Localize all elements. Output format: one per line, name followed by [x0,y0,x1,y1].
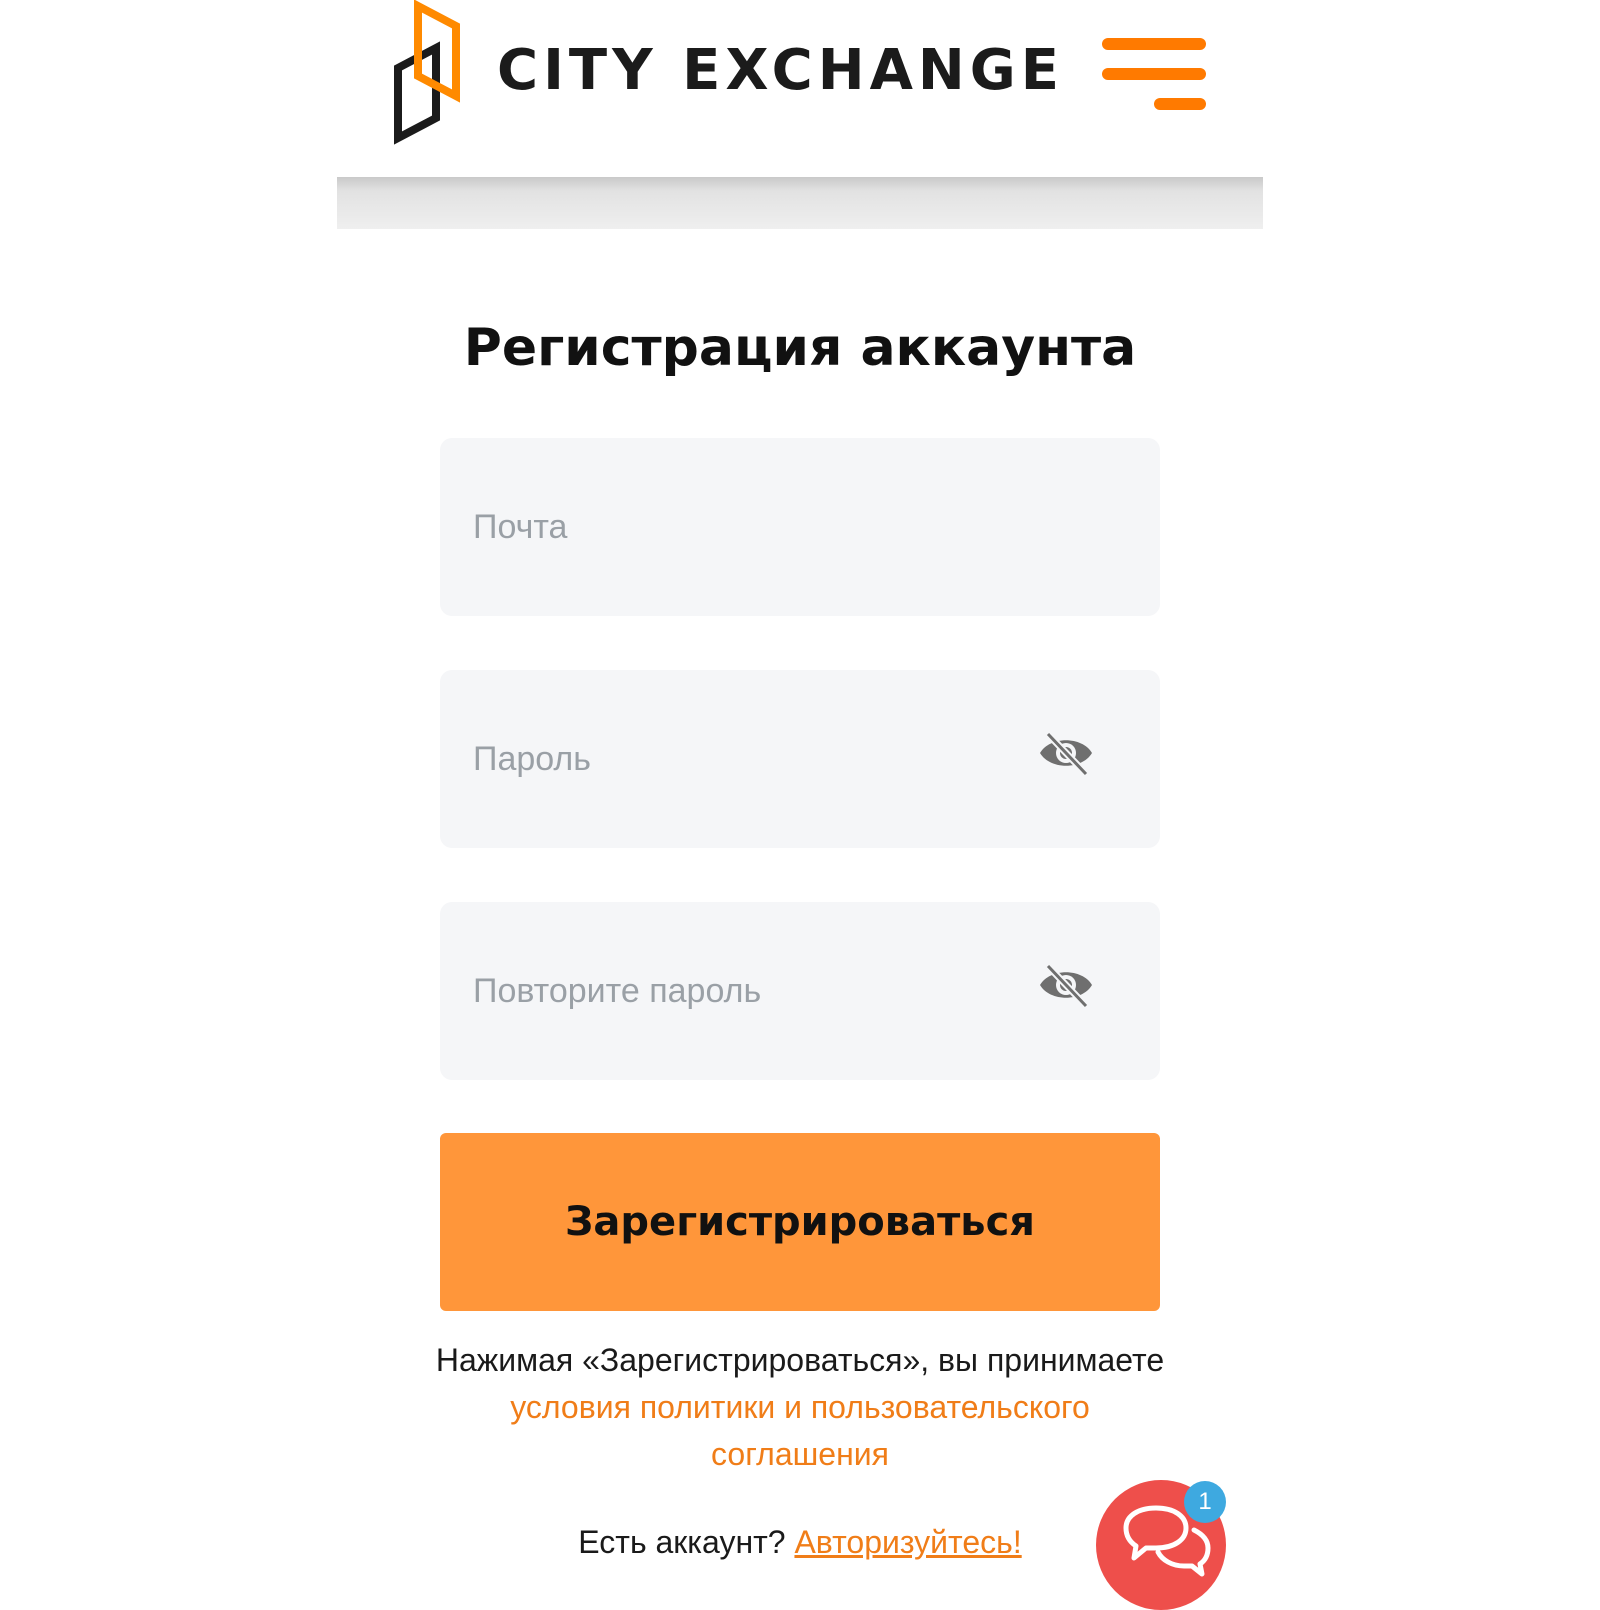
terms-notice: Нажимая «Зарегистрироваться», вы принима… [430,1337,1170,1478]
terms-link[interactable]: условия политики и пользовательского сог… [510,1389,1090,1472]
repeat-password-placeholder: Повторите пароль [473,972,762,1010]
hamburger-menu-icon [1102,38,1206,50]
eye-slash-icon[interactable] [1036,960,1096,1010]
menu-line [1102,68,1206,80]
header-shadow [337,177,1263,229]
page-title: Регистрация аккаунта [463,318,1137,378]
menu-line [1154,98,1206,110]
email-field[interactable]: Почта [440,438,1160,616]
email-placeholder: Почта [473,508,568,546]
login-prompt: Есть аккаунт? Авторизуйтесь! [430,1518,1170,1566]
eye-slash-icon[interactable] [1036,728,1096,778]
password-field[interactable]: Пароль [440,670,1160,848]
chat-unread-badge: 1 [1184,1481,1226,1523]
brand-name: CITY EXCHANGE [497,38,1065,103]
login-prompt-text: Есть аккаунт? [578,1524,795,1560]
menu-button[interactable] [1100,30,1210,116]
password-placeholder: Пароль [473,740,591,778]
repeat-password-field[interactable]: Повторите пароль [440,902,1160,1080]
register-button[interactable]: Зарегистрироваться [440,1133,1160,1311]
city-exchange-logo[interactable] [390,0,470,148]
terms-text: Нажимая «Зарегистрироваться», вы принима… [435,1342,1165,1378]
login-link[interactable]: Авторизуйтесь! [794,1524,1021,1560]
